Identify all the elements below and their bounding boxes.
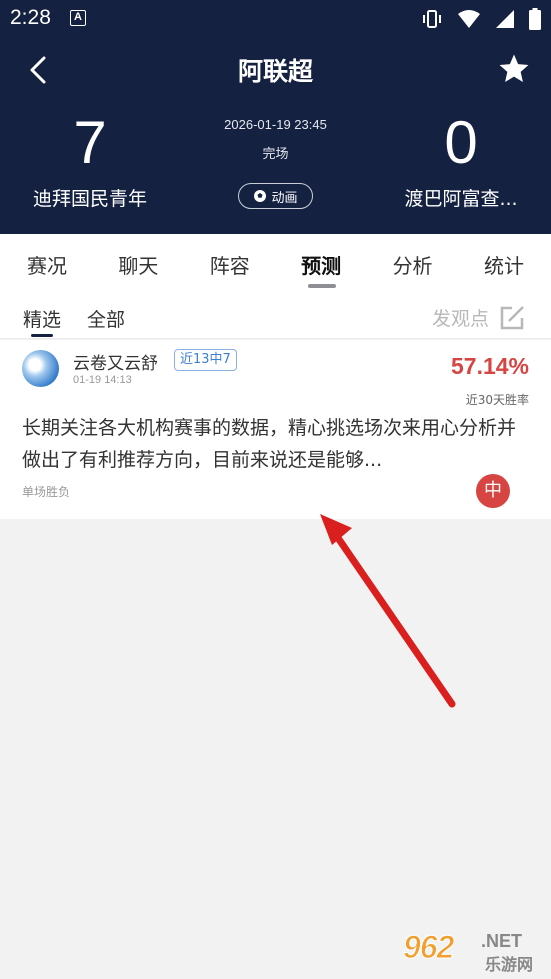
status-bar: 2:28 A [0, 0, 551, 38]
tab-lineup[interactable]: 阵容 [191, 234, 269, 294]
home-team-name[interactable]: 迪拜国民青年 [0, 184, 180, 211]
active-tab-indicator [308, 284, 337, 288]
tab-analysis[interactable]: 分析 [374, 234, 452, 294]
watermark-domain: .NET [481, 931, 523, 951]
subtab-indicator [31, 334, 53, 337]
tab-live[interactable]: 赛况 [8, 234, 86, 294]
tab-label: 聊天 [118, 254, 159, 278]
animation-label: 动画 [271, 190, 298, 206]
battery-icon [529, 8, 541, 30]
tab-label: 阵容 [209, 254, 250, 278]
watermark-logo: 962 .NET 乐游网 [402, 929, 543, 975]
avatar[interactable] [22, 350, 59, 387]
star-icon [499, 54, 529, 83]
match-time: 2026-01-19 23:45 [224, 117, 327, 132]
subtab-all[interactable]: 全部 [87, 305, 125, 332]
edit-icon [500, 305, 524, 329]
match-header: 2:28 A 阿联超 7 0 2026-01-19 23:45 完场 迪拜国民青… [0, 0, 551, 234]
tab-label: 预测 [301, 254, 342, 278]
tab-chat[interactable]: 聊天 [99, 234, 177, 294]
post-time: 01-19 14:13 [73, 374, 132, 386]
streak-badge: 近13中7 [174, 349, 237, 371]
prediction-card[interactable]: 云卷又云舒 近13中7 01-19 14:13 57.14% 近30天胜率 长期… [0, 340, 551, 519]
subtab-featured[interactable]: 精选 [23, 305, 61, 332]
win-rate: 57.14% [450, 353, 529, 379]
accessibility-icon: A [70, 10, 86, 26]
win-rate-label: 近30天胜率 [465, 393, 529, 407]
watermark-cn: 乐游网 [485, 955, 534, 974]
vibrate-icon [423, 10, 441, 28]
main-tabs: 赛况 聊天 阵容 预测 分析 统计 [0, 234, 551, 294]
post-opinion-label: 发观点 [431, 308, 489, 330]
page-title: 阿联超 [237, 57, 313, 86]
watermark-number: 962 [402, 929, 454, 966]
away-team-name[interactable]: 渡巴阿富查... [371, 184, 551, 211]
post-opinion-button[interactable]: 发观点 [432, 304, 525, 331]
post-content: 长期关注各大机构赛事的数据，精心挑选场次来用心分析并做出了有利推荐方向，目前来说… [22, 417, 517, 471]
tab-label: 统计 [483, 254, 524, 278]
wifi-icon [458, 10, 480, 28]
animation-button[interactable]: 动画 [238, 183, 313, 209]
status-time: 2:28 [10, 6, 51, 29]
match-status: 完场 [262, 147, 289, 162]
result-badge: 中 [476, 474, 510, 508]
username[interactable]: 云卷又云舒 [73, 349, 158, 374]
tab-label: 分析 [392, 254, 433, 278]
favorite-button[interactable] [497, 52, 531, 86]
tab-label: 赛况 [27, 254, 67, 278]
status-icons [421, 8, 541, 30]
tab-prediction[interactable]: 预测 [282, 234, 360, 294]
signal-icon [496, 10, 514, 28]
post-category: 单场胜负 [22, 485, 71, 499]
tab-stats[interactable]: 统计 [465, 234, 543, 294]
sub-tabs: 精选 全部 发观点 [0, 294, 551, 339]
soccer-ball-icon [254, 190, 267, 202]
